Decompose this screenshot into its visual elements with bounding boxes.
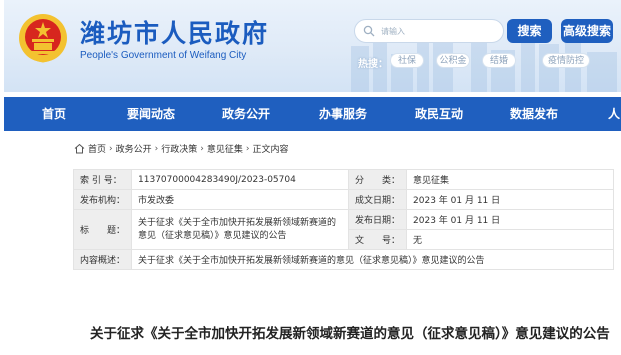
index-label: 索 引 号： [72, 169, 133, 190]
breadcrumb-separator: › [200, 143, 204, 154]
doc-number-label: 文 号： [348, 229, 408, 250]
breadcrumb-separator: › [245, 143, 250, 154]
article-title: 关于征求《关于全市加快开拓发展新领域新赛道的意见（征求意见稿）》意见建议的公告 [90, 326, 610, 342]
breadcrumb-gov-affairs[interactable]: 政务公开 [116, 142, 152, 155]
nav-item-partial[interactable]: 人 [608, 97, 620, 131]
hot-tag-epidemic[interactable]: 疫情防控 [542, 53, 590, 68]
summary-label: 内容概述： [72, 249, 133, 270]
breadcrumb-separator: › [154, 143, 159, 154]
search-button[interactable]: 搜索 [507, 19, 552, 43]
home-icon [74, 143, 85, 154]
breadcrumb-separator: › [109, 143, 113, 154]
nav-item-interaction[interactable]: 政民互动 [415, 97, 463, 131]
breadcrumb: 首页 › 政务公开 › 行政决策 › 意见征集 › 正文内容 [74, 142, 289, 155]
advanced-search-button[interactable]: 高级搜索 [561, 19, 613, 43]
site-subtitle: People's Government of Weifang City [80, 50, 247, 61]
title-value: 关于征求《关于全市加快开拓发展新领域新赛道的意见（征求意见稿）》意见建议的公告 [131, 209, 350, 250]
created-date-label: 成文日期： [348, 189, 408, 210]
hot-search-label: 热搜： [358, 59, 388, 70]
published-date-value: 2023 年 01 月 11 日 [406, 209, 614, 230]
publisher-value: 市发改委 [131, 189, 350, 210]
publisher-label: 发布机构： [72, 189, 133, 210]
breadcrumb-decisions[interactable]: 行政决策 [161, 142, 197, 155]
main-nav: 首页 要闻动态 政务公开 办事服务 政民互动 数据发布 人 [4, 97, 621, 131]
hot-tag-housing-fund[interactable]: 公积金 [436, 53, 470, 68]
created-date-value: 2023 年 01 月 11 日 [406, 189, 614, 210]
hot-tag-marriage[interactable]: 结婚 [482, 53, 516, 68]
nav-item-news[interactable]: 要闻动态 [127, 97, 175, 131]
document-info-table: 索 引 号： 11370700004283490J/2023-05704 分 类… [72, 169, 614, 270]
nav-item-services[interactable]: 办事服务 [319, 97, 367, 131]
breadcrumb-current: 正文内容 [252, 145, 289, 155]
nav-item-home[interactable]: 首页 [42, 97, 66, 131]
index-value: 11370700004283490J/2023-05704 [131, 169, 350, 190]
site-title[interactable]: 潍坊市人民政府 [80, 14, 269, 50]
search-input[interactable]: 请输入 [354, 19, 504, 43]
doc-number-value: 无 [406, 229, 614, 250]
site-header: 潍坊市人民政府 People's Government of Weifang C… [4, 0, 621, 92]
published-date-label: 发布日期： [348, 209, 408, 230]
search-placeholder: 请输入 [381, 27, 405, 36]
title-label: 标 题： [72, 209, 133, 250]
nav-item-gov-affairs[interactable]: 政务公开 [222, 97, 270, 131]
summary-value: 关于征求《关于全市加快开拓发展新领域新赛道的意见（征求意见稿）》意见建议的公告 [131, 249, 614, 270]
national-emblem-icon [19, 14, 67, 63]
search-icon [363, 25, 375, 37]
category-label: 分 类： [348, 169, 408, 190]
hot-tag-social-security[interactable]: 社保 [390, 53, 424, 68]
nav-item-data[interactable]: 数据发布 [510, 97, 558, 131]
category-value: 意见征集 [406, 169, 614, 190]
breadcrumb-opinion-collection[interactable]: 意见征集 [207, 142, 243, 155]
breadcrumb-home[interactable]: 首页 [88, 142, 106, 155]
